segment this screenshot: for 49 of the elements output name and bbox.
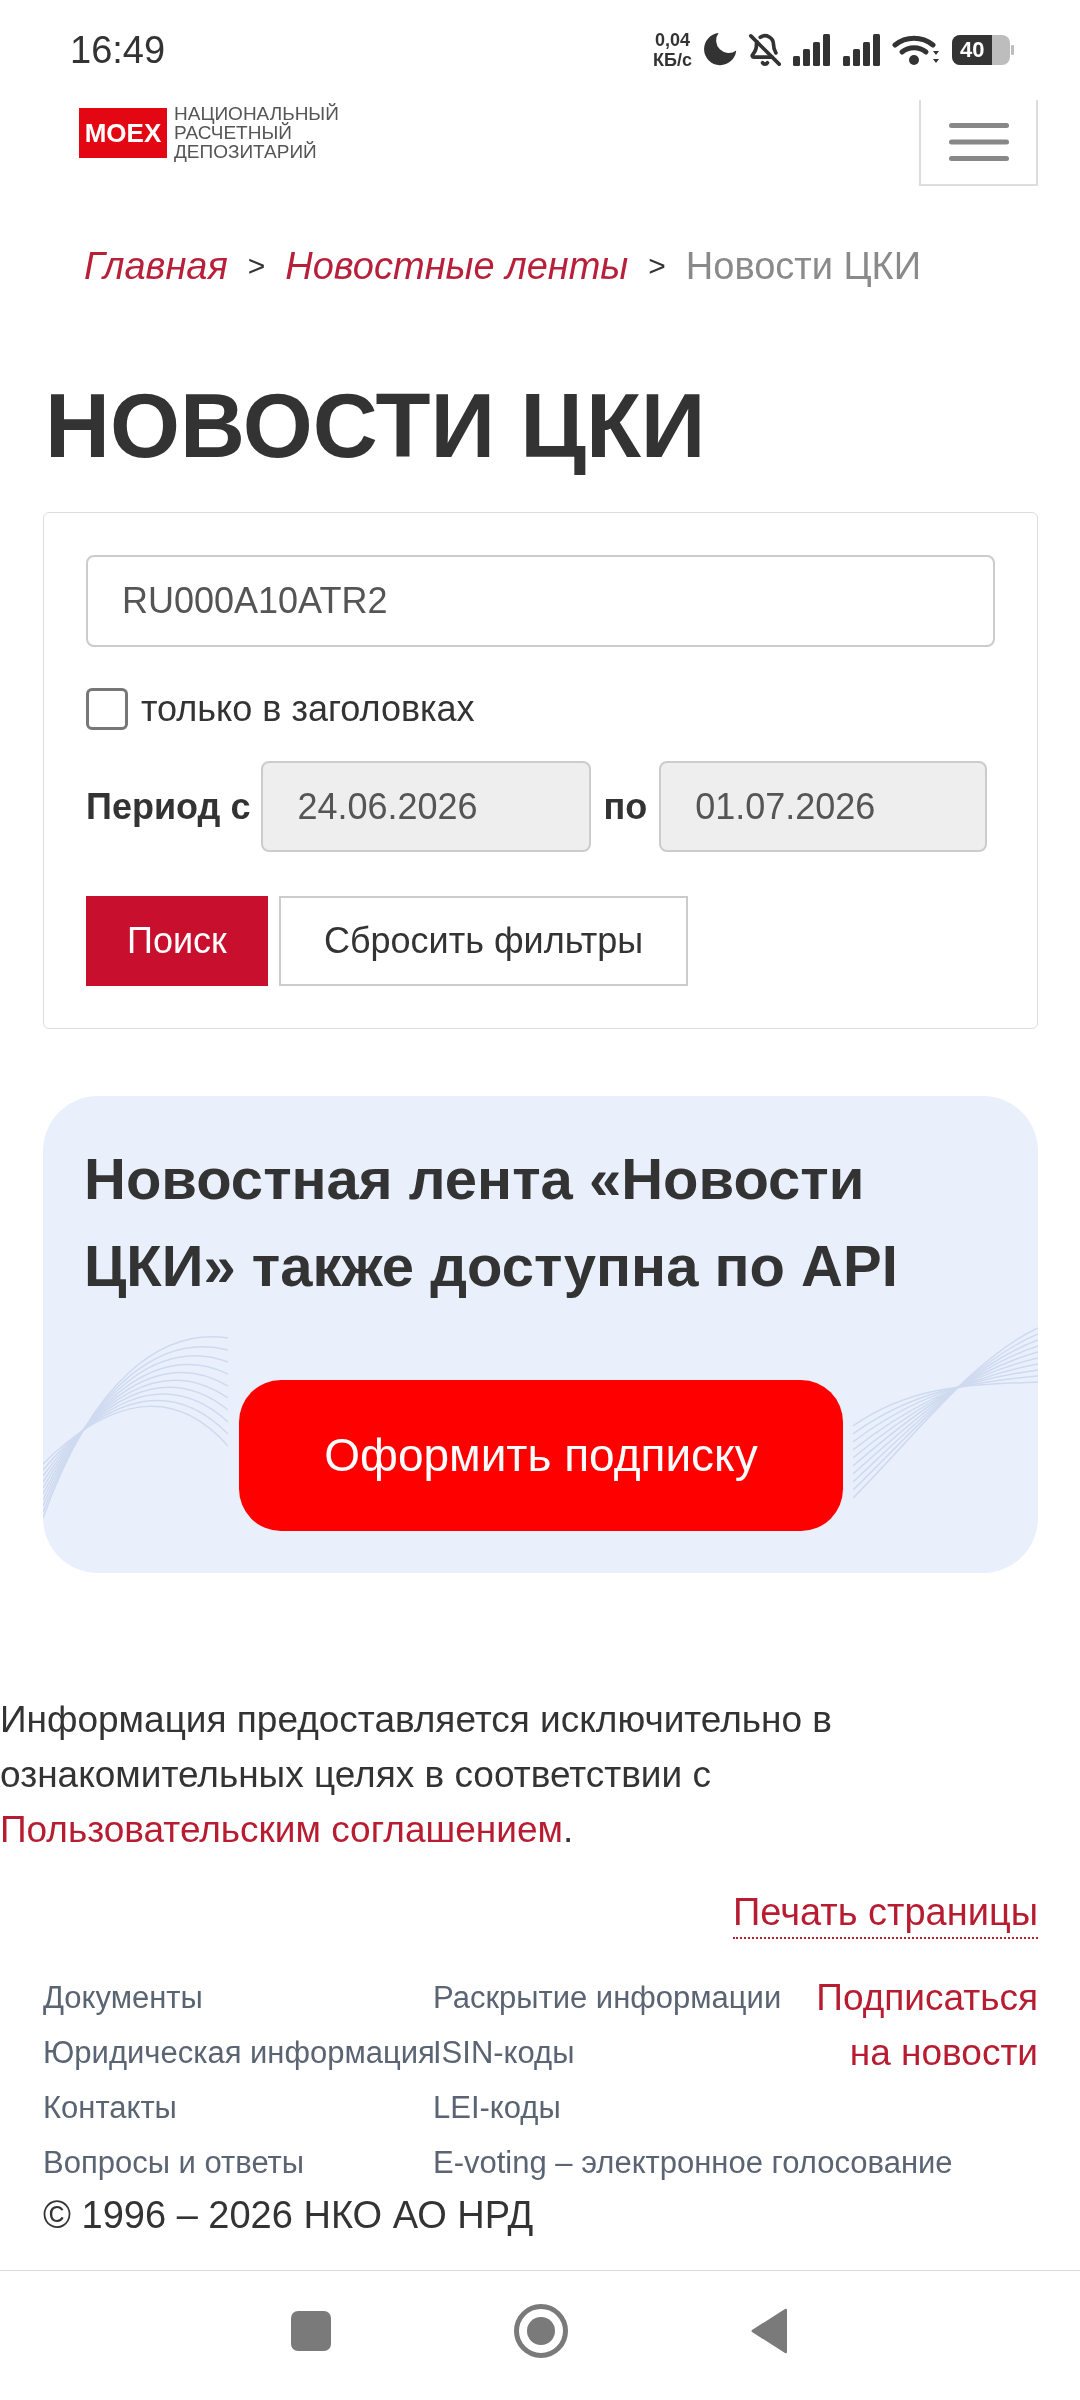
signal-icon xyxy=(842,34,882,66)
period-label: Период с xyxy=(86,784,251,829)
subscribe-button[interactable]: Оформить подписку xyxy=(239,1380,843,1531)
home-icon[interactable] xyxy=(514,2303,568,2358)
reset-filters-button[interactable]: Сбросить фильтры xyxy=(279,896,688,986)
network-speed-text: 0,04 xyxy=(655,30,691,50)
footer-link[interactable]: Документы xyxy=(43,1970,203,2025)
page-title: НОВОСТИ ЦКИ xyxy=(45,376,706,476)
logo-text: ДЕПОЗИТАРИЙ xyxy=(174,142,318,161)
breadcrumb-separator: > xyxy=(648,248,666,284)
banner-heading: Новостная лента «Новости ЦКИ» также доступна по API xyxy=(84,1145,899,1300)
footer-link[interactable]: Юридическая информация xyxy=(43,2025,435,2080)
footer-link[interactable]: LEI-коды xyxy=(433,2080,561,2135)
footer-link[interactable]: E-voting – электронное голосование xyxy=(433,2135,953,2190)
date-to-field[interactable]: 01.07.2026 xyxy=(659,761,988,852)
back-icon[interactable] xyxy=(751,2307,789,2354)
bell-off-icon xyxy=(748,33,782,67)
wifi-icon xyxy=(892,34,940,66)
footer-link[interactable]: Раскрытие информации xyxy=(433,1970,782,2025)
breadcrumb-separator: > xyxy=(247,248,266,284)
recents-icon[interactable] xyxy=(291,2310,331,2351)
checkbox-label[interactable]: только в заголовках xyxy=(141,687,475,731)
disclaimer-text: Информация предоставляется исключительно в ознакомительных целях в соответствии с Пользовательским соглашением. xyxy=(0,1698,834,1852)
subscribe-news-link[interactable]: Подписаться на новости xyxy=(788,1970,1038,2080)
status-time: 16:49 xyxy=(70,31,166,69)
breadcrumb-current: Новости ЦКИ xyxy=(685,244,922,289)
breadcrumb-link[interactable]: Новостные ленты xyxy=(285,242,629,290)
signal-icon xyxy=(792,34,832,66)
search-button[interactable]: Поиск xyxy=(86,896,268,986)
date-from-field[interactable]: 24.06.2026 xyxy=(261,761,592,852)
print-page-link[interactable]: Печать страницы xyxy=(733,1887,1038,1939)
footer-link[interactable]: Контакты xyxy=(43,2080,177,2135)
copyright-text: © 1996 – 2026 НКО АО НРД xyxy=(43,2193,534,2238)
battery-icon xyxy=(952,35,1014,65)
moon-icon xyxy=(704,33,738,67)
footer-link[interactable]: Вопросы и ответы xyxy=(43,2135,305,2190)
network-speed-unit: КБ/с xyxy=(653,50,692,70)
checkbox[interactable] xyxy=(86,688,128,730)
battery-level-text: 40 xyxy=(960,38,985,62)
search-field[interactable]: RU000A10ATR2 xyxy=(86,555,995,647)
footer-link[interactable]: ISIN-коды xyxy=(433,2025,575,2080)
menu-icon xyxy=(948,123,1009,161)
logo-mark: MOEX xyxy=(79,107,167,158)
logo-text: РАСЧЕТНЫЙ xyxy=(174,123,292,142)
user-agreement-link[interactable]: Пользовательским соглашением xyxy=(0,1809,563,1850)
logo-text: НАЦИОНАЛЬНЫЙ xyxy=(174,104,339,123)
period-to-label: по xyxy=(603,784,648,829)
menu-button[interactable] xyxy=(919,100,1038,186)
breadcrumb-link[interactable]: Главная xyxy=(84,242,228,290)
